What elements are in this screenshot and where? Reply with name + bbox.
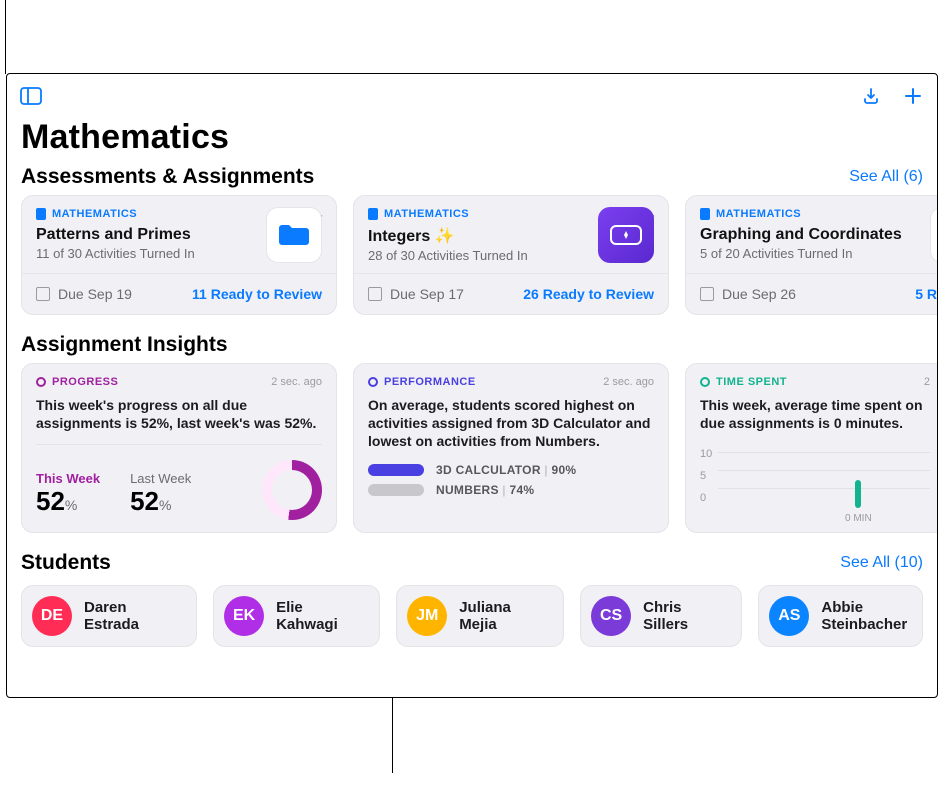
toolbar [7,74,937,114]
due-date: Due Sep 17 [368,286,464,302]
high-bar [368,464,424,476]
student-chip[interactable]: AS Abbie Steinbacher [758,585,923,647]
last-week-label: Last Week [130,471,191,486]
insight-text: This week's progress on all due assignme… [36,396,322,432]
last-week-value: 52% [130,486,191,517]
this-week-value: 52% [36,486,100,517]
insight-text: This week, average time spent on due ass… [700,396,930,432]
student-chip[interactable]: JM Juliana Mejia [396,585,564,647]
ready-to-review-link[interactable]: 11 Ready to Review [192,286,322,302]
high-label: 3D CALCULATOR90% [436,463,576,477]
ready-to-review-link[interactable]: 26 Ready to Review [523,286,654,302]
sidebar-toggle-icon[interactable] [19,84,43,108]
gauge-icon [368,377,378,387]
insight-time-card[interactable]: TIME SPENT 2 This week, average time spe… [685,363,937,533]
assignment-card[interactable]: MATHEMATICS ⋯ Patterns and Primes 11 of … [21,195,337,315]
student-name: Daren Estrada [84,599,182,634]
avatar: DE [32,596,72,636]
students-see-all[interactable]: See All (10) [840,554,923,572]
target-icon [36,377,46,387]
page-title: Mathematics [7,114,937,165]
download-icon[interactable] [859,84,883,108]
calendar-icon [36,287,50,301]
assessments-see-all[interactable]: See All (6) [849,168,923,186]
insight-performance-card[interactable]: PERFORMANCE 2 sec. ago On average, stude… [353,363,669,533]
files-app-icon [266,207,322,263]
time-tag: TIME SPENT [700,376,930,388]
this-week-label: This Week [36,471,100,486]
ready-to-review-link[interactable]: 5 Ready to [915,286,937,302]
student-name: Elie Kahwagi [276,599,365,634]
avatar: AS [769,596,809,636]
student-name: Abbie Steinbacher [821,599,908,634]
insight-time: 2 sec. ago [603,376,654,388]
avatar: JM [407,596,447,636]
assignments-carousel: MATHEMATICS ⋯ Patterns and Primes 11 of … [7,195,937,315]
students-title: Students [21,551,111,575]
tickets-app-icon [598,207,654,263]
student-chip[interactable]: DE Daren Estrada [21,585,197,647]
time-sparkline: 10 5 0 0 MIN [700,448,930,520]
assignment-card[interactable]: MATHEMATICS Graphing and Coordinates 5 o… [685,195,937,315]
student-chip[interactable]: EK Elie Kahwagi [213,585,380,647]
calendar-icon [700,287,714,301]
card-subject: MATHEMATICS [700,208,937,220]
insight-text: On average, students scored highest on a… [368,396,654,451]
assignment-card[interactable]: MATHEMATICS ♡ ⋯ Integers ✨ 28 of 30 Acti… [353,195,669,315]
insight-progress-card[interactable]: PROGRESS 2 sec. ago This week's progress… [21,363,337,533]
progress-donut-chart [262,460,322,520]
calendar-icon [368,287,382,301]
insights-carousel: PROGRESS 2 sec. ago This week's progress… [7,363,937,533]
add-icon[interactable] [901,84,925,108]
clock-icon [700,377,710,387]
assignment-title: Graphing and Coordinates [700,226,937,244]
avatar: EK [224,596,264,636]
insight-time: 2 sec. ago [271,376,322,388]
insight-time: 2 [924,376,930,388]
students-carousel: DE Daren Estrada EK Elie Kahwagi JM Juli… [7,581,937,663]
low-label: NUMBERS74% [436,483,534,497]
swift-app-icon [930,207,937,263]
due-date: Due Sep 26 [700,286,796,302]
assignment-sub: 5 of 20 Activities Turned In [700,246,937,261]
student-chip[interactable]: CS Chris Sillers [580,585,742,647]
assessments-title: Assessments & Assignments [21,165,314,189]
low-bar [368,484,424,496]
avatar: CS [591,596,631,636]
student-name: Juliana Mejia [459,599,549,634]
due-date: Due Sep 19 [36,286,132,302]
student-name: Chris Sillers [643,599,727,634]
insights-title: Assignment Insights [21,333,228,357]
